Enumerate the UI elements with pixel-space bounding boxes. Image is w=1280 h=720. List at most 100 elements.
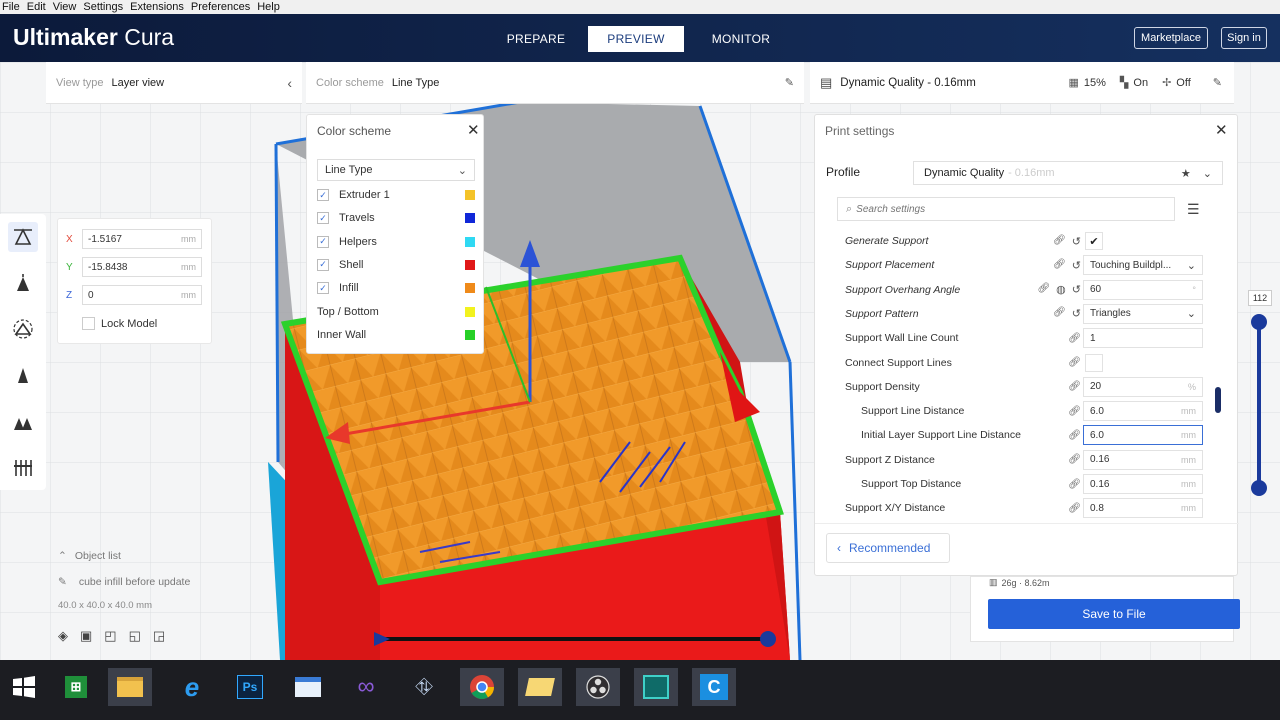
- reset-icon[interactable]: ↺: [1072, 235, 1081, 248]
- support-blocker-icon[interactable]: [8, 452, 38, 482]
- reset-icon[interactable]: ↺: [1072, 283, 1081, 296]
- checkbox[interactable]: ✓: [317, 235, 329, 248]
- link-icon[interactable]: 🔗︎: [1068, 430, 1081, 441]
- per-model-settings-icon[interactable]: [8, 406, 38, 436]
- chevron-left-icon[interactable]: ‹: [287, 75, 292, 91]
- generate-support-checkbox[interactable]: ✔: [1085, 232, 1103, 250]
- color-scheme-value[interactable]: Line Type: [392, 77, 440, 89]
- object-name-row[interactable]: ✎ cube infill before update: [58, 576, 190, 588]
- save-to-file-button[interactable]: Save to File: [988, 599, 1240, 629]
- front-view-icon[interactable]: ▣: [80, 628, 92, 644]
- x-coordinate-input[interactable]: -1.5167 mm: [82, 229, 202, 249]
- color-scheme-item[interactable]: ✓ Travels: [317, 208, 479, 228]
- tab-preview[interactable]: PREVIEW: [588, 26, 684, 52]
- obs-icon[interactable]: [576, 668, 620, 706]
- window-icon[interactable]: [286, 668, 330, 706]
- tab-prepare[interactable]: PREPARE: [496, 26, 576, 52]
- menu-settings[interactable]: Settings: [83, 0, 123, 14]
- menu-edit[interactable]: Edit: [27, 0, 46, 14]
- network-icon[interactable]: ⛗: [402, 668, 446, 706]
- mirror-tool-icon[interactable]: [8, 360, 38, 390]
- link-icon[interactable]: 🔗︎: [1053, 235, 1066, 248]
- setting-value-input[interactable]: 20%: [1083, 376, 1203, 397]
- setting-value-input[interactable]: 6.0 mm: [1083, 425, 1203, 446]
- reset-icon[interactable]: ↺: [1072, 259, 1081, 272]
- menu-help[interactable]: Help: [257, 0, 280, 14]
- pencil-icon[interactable]: ✎: [1213, 76, 1222, 89]
- internet-explorer-icon[interactable]: e: [170, 668, 214, 706]
- link-icon[interactable]: 🔗︎: [1068, 333, 1081, 344]
- menu-preferences[interactable]: Preferences: [191, 0, 250, 14]
- object-list-toggle[interactable]: ⌃ Object list: [58, 550, 121, 562]
- menu-view[interactable]: View: [53, 0, 77, 14]
- color-scheme-item[interactable]: ✓ Infill: [317, 278, 479, 298]
- link-icon[interactable]: 🔗︎: [1053, 307, 1066, 320]
- connect-support-lines-checkbox[interactable]: [1085, 353, 1103, 372]
- excel-icon[interactable]: ⊞: [54, 668, 98, 706]
- checkbox[interactable]: ✓: [317, 189, 329, 201]
- profile-summary[interactable]: Dynamic Quality - 0.16mm: [840, 77, 975, 89]
- star-icon[interactable]: ★: [1181, 167, 1191, 180]
- search-settings-input[interactable]: [856, 203, 1137, 215]
- color-scheme-item[interactable]: Top / Bottom: [317, 302, 479, 322]
- menu-extensions[interactable]: Extensions: [130, 0, 184, 14]
- link-icon[interactable]: 🔗︎: [1068, 479, 1081, 490]
- view-type-value[interactable]: Layer view: [112, 77, 165, 89]
- link-icon[interactable]: 🔗︎: [1068, 454, 1081, 465]
- setting-value-input[interactable]: Touching Buildpl... ⌄: [1083, 255, 1203, 276]
- signin-button[interactable]: Sign in: [1221, 27, 1267, 49]
- print-setup-bar[interactable]: ▤ Dynamic Quality - 0.16mm ▦ 15% ▚ On ✢ …: [810, 62, 1234, 104]
- lock-model-option[interactable]: Lock Model: [82, 317, 157, 330]
- setting-value-input[interactable]: Triangles ⌄: [1083, 303, 1203, 324]
- color-scheme-dropdown[interactable]: Line Type ⌄: [317, 159, 475, 181]
- chrome-icon[interactable]: [460, 668, 504, 706]
- inherit-icon[interactable]: ◍: [1056, 283, 1066, 296]
- color-scheme-item[interactable]: Inner Wall: [317, 325, 479, 345]
- checkbox[interactable]: ✓: [317, 258, 329, 271]
- layer-slider-track[interactable]: [1257, 318, 1261, 488]
- setting-value-input[interactable]: 0.8 mm: [1083, 498, 1203, 519]
- recommended-button[interactable]: ‹ Recommended: [826, 533, 950, 563]
- video-editor-icon[interactable]: [634, 668, 678, 706]
- color-scheme-item[interactable]: ✓ Extruder 1: [317, 185, 479, 205]
- y-coordinate-input[interactable]: -15.8438 mm: [82, 257, 202, 277]
- profile-dropdown[interactable]: Dynamic Quality - 0.16mm ★ ⌄: [913, 161, 1223, 185]
- top-view-icon[interactable]: ◰: [104, 628, 116, 644]
- link-icon[interactable]: 🔗︎: [1037, 283, 1050, 296]
- rotate-tool-icon[interactable]: [8, 314, 38, 344]
- view-type-bar[interactable]: View type Layer view ‹: [46, 62, 302, 104]
- photoshop-icon[interactable]: Ps: [228, 668, 272, 706]
- layer-slider-bottom-handle[interactable]: [1251, 480, 1267, 496]
- visual-studio-icon[interactable]: ∞: [344, 668, 388, 706]
- close-icon[interactable]: ✕: [467, 121, 480, 139]
- right-view-icon[interactable]: ◲: [153, 628, 165, 644]
- folder-icon[interactable]: [518, 668, 562, 706]
- settings-menu-icon[interactable]: ☰: [1187, 201, 1200, 218]
- setting-value-input[interactable]: 0.16 mm: [1083, 449, 1203, 470]
- link-icon[interactable]: 🔗︎: [1068, 503, 1081, 514]
- left-view-icon[interactable]: ◱: [129, 628, 141, 644]
- checkbox[interactable]: ✓: [317, 282, 329, 295]
- color-scheme-item[interactable]: ✓ Helpers: [317, 232, 479, 252]
- cura-icon[interactable]: C: [692, 668, 736, 706]
- link-icon[interactable]: 🔗︎: [1068, 406, 1081, 417]
- scale-tool-icon[interactable]: [8, 268, 38, 298]
- 3d-view-icon[interactable]: ◈: [58, 628, 68, 644]
- color-scheme-bar[interactable]: Color scheme Line Type ✎: [306, 62, 804, 104]
- setting-value-input[interactable]: 60 °: [1083, 279, 1203, 300]
- windows-start-icon[interactable]: [2, 668, 46, 706]
- search-settings-box[interactable]: ⌕: [837, 197, 1175, 221]
- link-icon[interactable]: 🔗︎: [1068, 381, 1081, 392]
- link-icon[interactable]: 🔗︎: [1053, 259, 1066, 272]
- file-explorer-icon[interactable]: [108, 668, 152, 706]
- checkbox[interactable]: ✓: [317, 212, 329, 225]
- setting-value-input[interactable]: 0.16 mm: [1083, 474, 1203, 494]
- tab-monitor[interactable]: MONITOR: [700, 26, 782, 52]
- close-icon[interactable]: ✕: [1215, 121, 1228, 139]
- pencil-icon[interactable]: ✎: [785, 76, 794, 89]
- menu-file[interactable]: File: [2, 0, 20, 14]
- link-icon[interactable]: 🔗︎: [1068, 357, 1081, 368]
- settings-scrollbar[interactable]: [1215, 387, 1221, 413]
- color-scheme-item[interactable]: ✓ Shell: [317, 255, 479, 275]
- move-tool-icon[interactable]: [8, 222, 38, 252]
